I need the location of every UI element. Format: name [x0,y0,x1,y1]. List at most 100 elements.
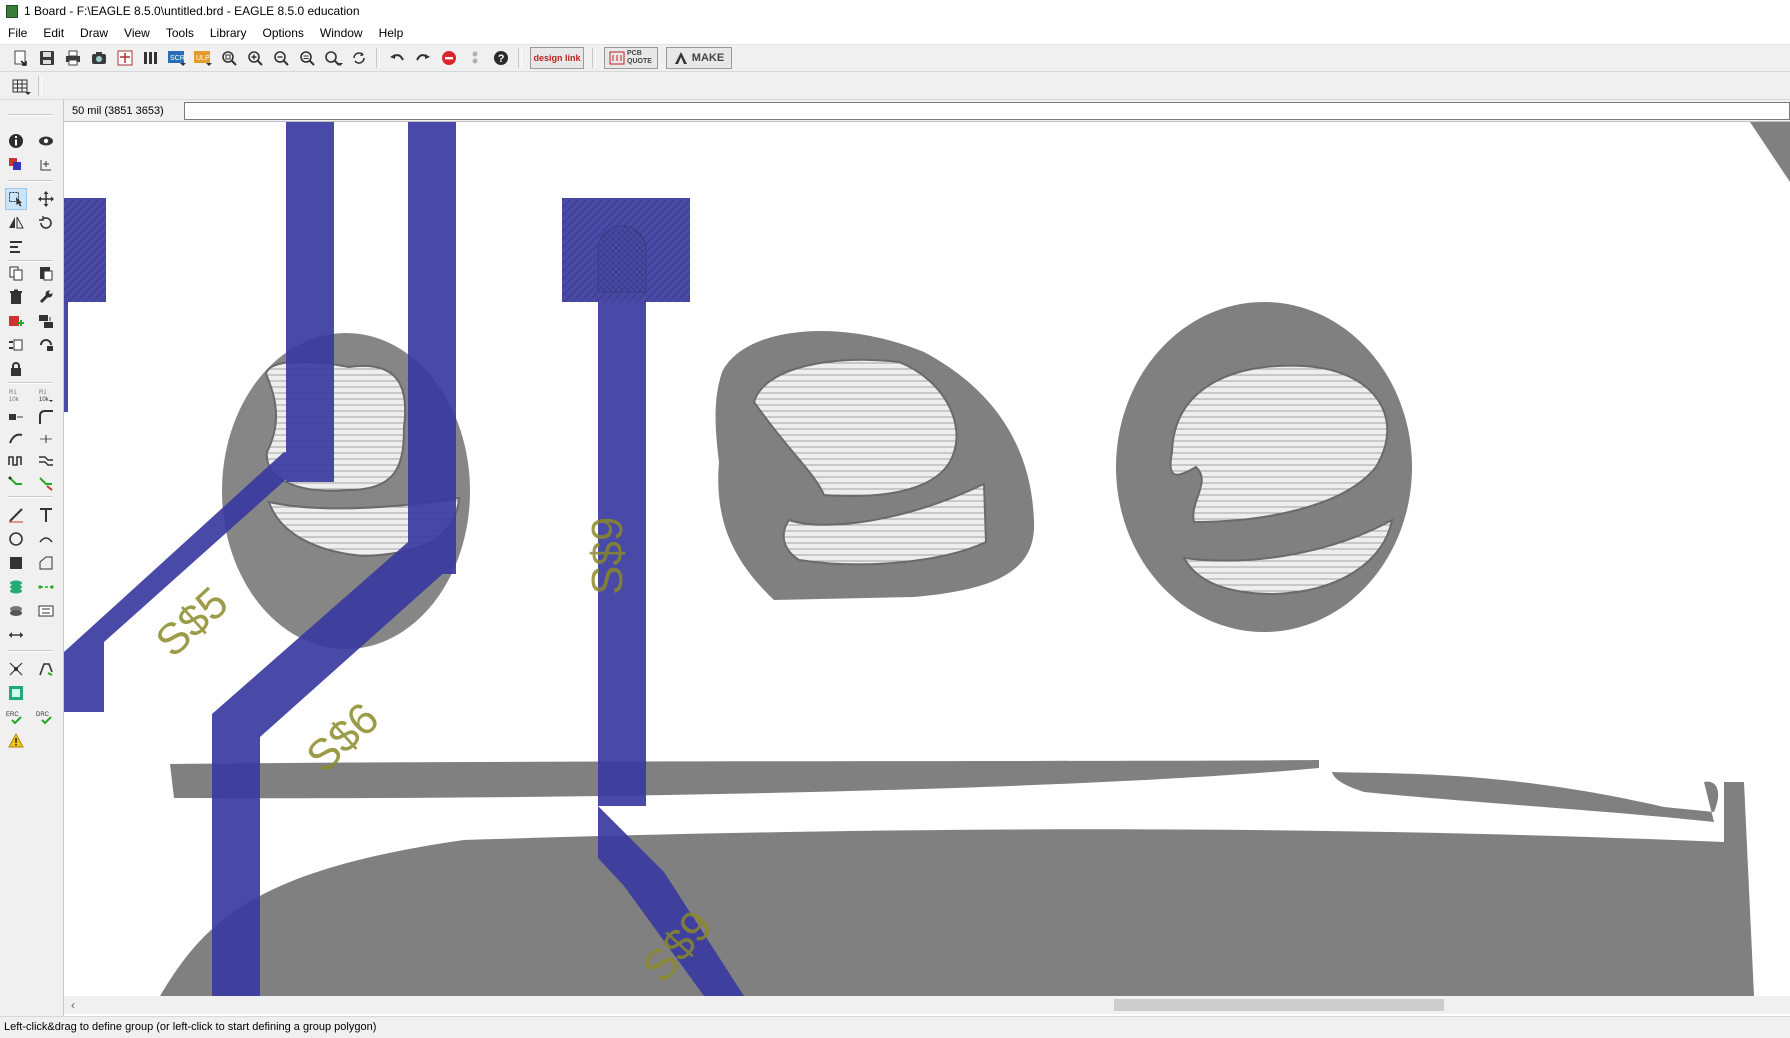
text-tool[interactable] [35,504,57,526]
stop-button[interactable] [436,46,462,70]
help-button[interactable]: ? [488,46,514,70]
save-button[interactable] [34,46,60,70]
drc-tool[interactable]: DRC [35,706,57,728]
zoom-previous-button[interactable] [294,46,320,70]
route-multiple-tool[interactable] [35,450,57,472]
zoom-in-button[interactable] [242,46,268,70]
redraw-button[interactable] [346,46,372,70]
polygon-tool[interactable] [35,552,57,574]
dimension-icon [9,632,23,638]
zoom-select-button[interactable] [320,46,346,70]
zoom-out-button[interactable] [268,46,294,70]
redo-icon [416,54,430,61]
trace-s6-vertical[interactable] [408,122,456,574]
scrollbar-thumb[interactable] [1114,999,1444,1011]
menu-view[interactable]: View [116,26,158,40]
undo-button[interactable] [384,46,410,70]
signal-tool[interactable] [35,576,57,598]
print-button[interactable] [60,46,86,70]
dimension-tool[interactable] [5,624,27,646]
split-tool[interactable] [5,428,27,450]
info-tool[interactable] [5,130,27,152]
name-tool[interactable]: R1 10k [5,384,27,406]
menu-edit[interactable]: Edit [35,26,72,40]
help-icon: ? [494,51,508,65]
paste-tool[interactable] [35,262,57,284]
erc-tool[interactable]: ERC [5,706,27,728]
swap-tool[interactable] [5,334,27,356]
mark-tool[interactable] [35,154,57,176]
lock-tool[interactable] [5,358,27,380]
menu-draw[interactable]: Draw [72,26,116,40]
run-script-button[interactable]: SCR [164,46,190,70]
errors-tool[interactable] [5,730,27,752]
title-bar: 1 Board - F:\EAGLE 8.5.0\untitled.brd - … [0,0,1790,22]
circle-icon [9,532,23,546]
pcb-quote-label: PCB QUOTE [627,50,652,65]
add-tool[interactable] [5,310,27,332]
miter-tool[interactable] [35,406,57,428]
align-tool[interactable] [5,236,27,258]
board-canvas[interactable]: S$5 S$6 S$9 S$9 [64,122,1790,996]
open-file-button[interactable] [8,46,34,70]
rotate-tool[interactable] [35,212,57,234]
copper-pour-bar-right[interactable] [1332,772,1719,822]
scroll-left-arrow-icon[interactable]: ‹ [66,996,80,1014]
show-tool[interactable] [35,130,57,152]
route-tool[interactable] [5,472,27,494]
ripup-tool[interactable] [35,472,57,494]
autorouter-tool[interactable] [35,658,57,680]
trace-s5-vertical[interactable] [286,122,334,482]
pinswap-icon [40,339,53,351]
svg-text:10k: 10k [39,397,50,403]
run-ulp-button[interactable]: ULP [190,46,216,70]
circle-tool[interactable] [5,528,27,550]
pinswap-tool[interactable] [35,334,57,356]
mirror-tool[interactable] [5,212,27,234]
menu-options[interactable]: Options [255,26,312,40]
arc-tool[interactable] [35,528,57,550]
meander-tool[interactable] [5,450,27,472]
change-tool[interactable] [35,286,57,308]
rectangle-tool[interactable] [5,552,27,574]
copper-pour-bottom[interactable] [160,829,1726,996]
library-manager-button[interactable] [138,46,164,70]
menu-help[interactable]: Help [371,26,412,40]
smash-tool[interactable] [5,406,27,428]
line-tool[interactable] [5,504,27,526]
go-button[interactable] [462,46,488,70]
optimize-tool[interactable] [35,428,57,450]
make-button[interactable]: MAKE [666,47,732,69]
move-tool[interactable] [35,188,57,210]
attribute-tool[interactable] [35,600,57,622]
grid-button[interactable] [8,74,34,98]
copper-pour-edge[interactable] [1724,782,1754,996]
hole-tool[interactable] [5,600,27,622]
pcb-quote-button[interactable]: PCB QUOTE [604,47,658,69]
value-tool[interactable]: R1 10k [35,384,57,406]
switch-to-schematic-button[interactable] [112,46,138,70]
redo-button[interactable] [410,46,436,70]
copper-pour-corner[interactable] [1750,122,1790,182]
command-line-input[interactable] [184,102,1790,120]
group-tool[interactable] [5,188,27,210]
design-link-button[interactable]: design link [530,47,584,69]
zoom-to-fit-button[interactable] [216,46,242,70]
menu-library[interactable]: Library [202,26,255,40]
display-layers-tool[interactable] [5,154,27,176]
replace-tool[interactable] [35,310,57,332]
ratsnest-tool[interactable] [5,658,27,680]
library-icon [144,52,157,64]
menu-file[interactable]: File [0,26,35,40]
cam-processor-button[interactable] [86,46,112,70]
menu-tools[interactable]: Tools [158,26,202,40]
auto-tool[interactable] [5,682,27,704]
text-icon [40,508,52,522]
go-icon [472,51,478,64]
delete-tool[interactable] [5,286,27,308]
horizontal-scrollbar[interactable]: ‹ [64,996,1790,1014]
menu-window[interactable]: Window [312,26,371,40]
copy-tool[interactable] [5,262,27,284]
smd-pad-left[interactable] [64,198,106,302]
via-tool[interactable] [5,576,27,598]
